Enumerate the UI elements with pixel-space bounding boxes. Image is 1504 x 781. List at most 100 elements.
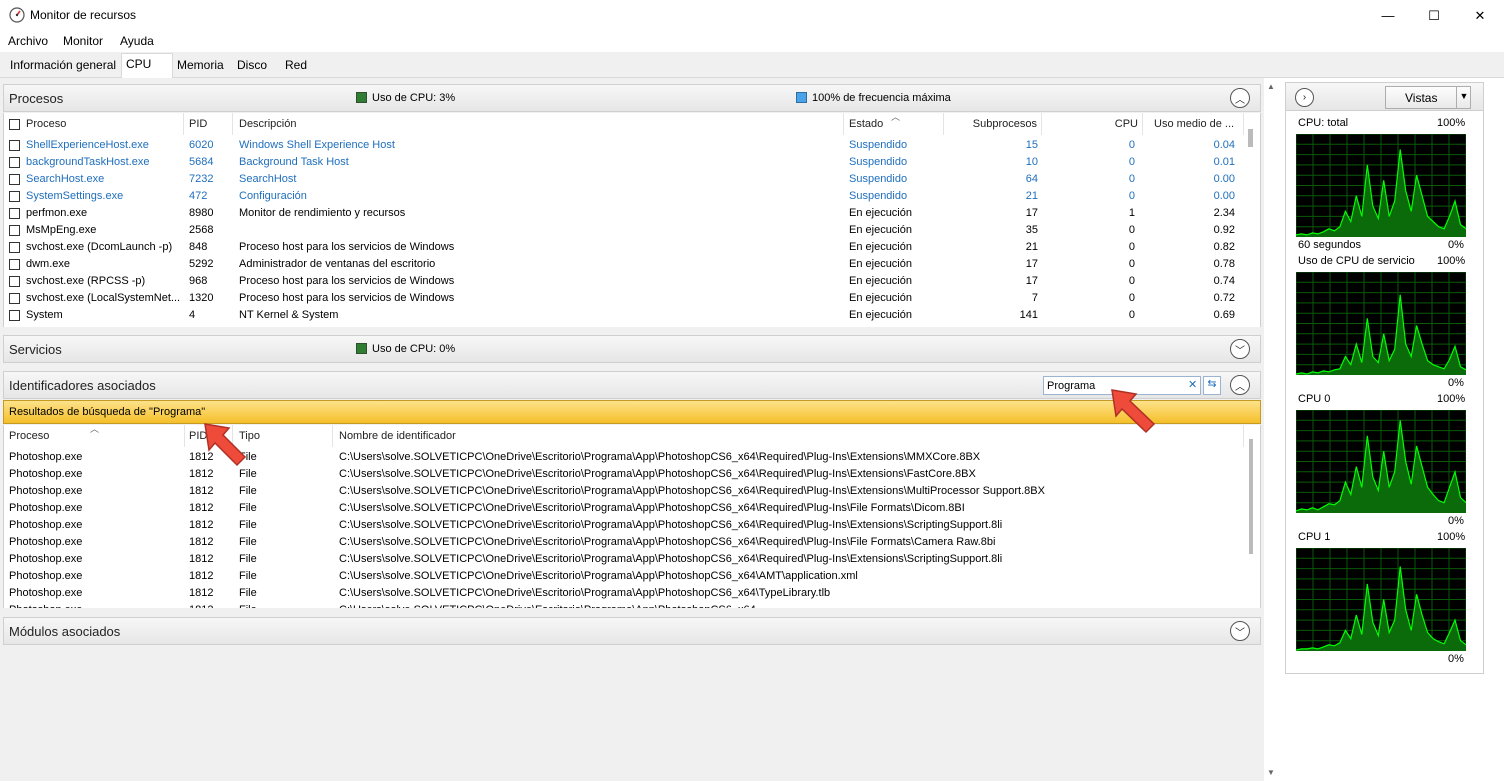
col-uso-medio[interactable]: Uso medio de ...: [1154, 113, 1244, 135]
process-name: dwm.exe: [26, 258, 71, 270]
process-name: perfmon.exe: [26, 207, 88, 219]
menu-bar: [0, 31, 1504, 52]
handle-row[interactable]: Photoshop.exe 1812 File C:\Users\solve.S…: [4, 585, 1244, 602]
process-cpu: 0: [1128, 275, 1135, 287]
process-checkbox[interactable]: [9, 242, 20, 253]
processes-scrollbar[interactable]: [1248, 129, 1253, 147]
handles-scrollbar[interactable]: [1249, 439, 1253, 554]
handle-pid: 1812: [189, 604, 233, 608]
maximize-button[interactable]: ☐: [1411, 0, 1457, 31]
handle-row[interactable]: Photoshop.exe 1812 File C:\Users\solve.S…: [4, 483, 1244, 500]
process-pid: 5684: [189, 156, 214, 168]
services-expand-button[interactable]: ﹀: [1230, 339, 1250, 359]
handle-name: C:\Users\solve.SOLVETICPC\OneDrive\Escri…: [339, 502, 965, 514]
process-row[interactable]: ShellExperienceHost.exe 6020 Windows She…: [4, 137, 1244, 154]
process-name: ShellExperienceHost.exe: [26, 139, 149, 151]
process-checkbox[interactable]: [9, 140, 20, 151]
close-button[interactable]: ✕: [1457, 0, 1503, 31]
process-checkbox[interactable]: [9, 174, 20, 185]
process-description: Proceso host para los servicios de Windo…: [239, 292, 455, 304]
handle-pid: 1812: [189, 519, 214, 531]
menu-archivo[interactable]: Archivo: [8, 34, 48, 48]
handle-row[interactable]: Photoshop.exe 1812 File C:\Users\solve.S…: [4, 568, 1244, 585]
graphs-expand-icon[interactable]: ›: [1295, 88, 1314, 107]
services-header[interactable]: [3, 335, 1261, 363]
process-pid: 4: [189, 309, 196, 321]
frequency-legend-swatch: [796, 92, 807, 103]
process-row[interactable]: svchost.exe (DcomLaunch -p) 848 Proceso …: [4, 239, 1244, 256]
process-row[interactable]: SearchHost.exe 7232 SearchHost Suspendid…: [4, 171, 1244, 188]
views-dropdown-icon[interactable]: ▼: [1456, 87, 1471, 108]
modules-expand-button[interactable]: ﹀: [1230, 621, 1250, 641]
select-all-checkbox[interactable]: [9, 119, 20, 130]
menu-monitor[interactable]: Monitor: [63, 34, 103, 48]
modules-header[interactable]: [3, 617, 1261, 645]
handle-name: C:\Users\solve.SOLVETICPC\OneDrive\Escri…: [339, 536, 996, 548]
handle-type: File: [239, 604, 333, 608]
graph-title: CPU 1: [1298, 531, 1331, 543]
process-state: Suspendido: [849, 173, 908, 185]
process-checkbox[interactable]: [9, 208, 20, 219]
handle-type: File: [239, 485, 257, 497]
handle-process: Photoshop.exe: [9, 468, 83, 480]
handle-type: File: [239, 553, 257, 565]
process-row[interactable]: SystemSettings.exe 472 Configuración Sus…: [4, 188, 1244, 205]
handle-row[interactable]: Photoshop.exe 1812 File C:\Users\solve.S…: [4, 500, 1244, 517]
tab-disco[interactable]: Disco: [233, 55, 271, 77]
scroll-up-icon[interactable]: ▲: [1267, 82, 1275, 91]
process-checkbox[interactable]: [9, 276, 20, 287]
process-checkbox[interactable]: [9, 191, 20, 202]
col-subprocesos[interactable]: Subprocesos: [946, 113, 1042, 135]
col-proceso[interactable]: Proceso: [26, 113, 184, 135]
scroll-down-icon[interactable]: ▼: [1267, 768, 1275, 777]
col-pid[interactable]: PID: [189, 113, 233, 135]
processes-collapse-button[interactable]: ︿: [1230, 88, 1250, 108]
process-checkbox[interactable]: [9, 259, 20, 270]
tab-red[interactable]: Red: [281, 55, 311, 77]
process-pid: 2568: [189, 224, 214, 236]
process-avg-cpu: 0.74: [1213, 275, 1235, 287]
process-row[interactable]: backgroundTaskHost.exe 5684 Background T…: [4, 154, 1244, 171]
process-name: svchost.exe (LocalSystemNet...: [26, 292, 181, 304]
process-threads: 141: [1019, 309, 1038, 321]
menu-ayuda[interactable]: Ayuda: [120, 34, 154, 48]
process-checkbox[interactable]: [9, 293, 20, 304]
refresh-search-icon[interactable]: ⇆: [1203, 376, 1221, 395]
process-state: En ejecución: [849, 292, 912, 304]
handles-collapse-button[interactable]: ︿: [1230, 375, 1250, 395]
handle-row[interactable]: Photoshop.exe 1812 File C:\Users\solve.S…: [4, 517, 1244, 534]
process-row[interactable]: perfmon.exe 8980 Monitor de rendimiento …: [4, 205, 1244, 222]
process-checkbox[interactable]: [9, 157, 20, 168]
tab-cpu[interactable]: CPU: [121, 53, 173, 78]
col-descripcion[interactable]: Descripción: [239, 113, 844, 135]
process-avg-cpu: 0.00: [1213, 173, 1235, 185]
process-state: En ejecución: [849, 309, 912, 321]
tab-informacion-general[interactable]: Información general: [6, 55, 120, 77]
handle-row[interactable]: Photoshop.exe 1812 File C:\Users\solve.S…: [4, 449, 1244, 466]
handle-row[interactable]: Photoshop.exe 1812 File C:\Users\solve.S…: [4, 466, 1244, 483]
tab-memoria[interactable]: Memoria: [173, 55, 228, 77]
process-description: Monitor de rendimiento y recursos: [239, 207, 406, 219]
process-row[interactable]: dwm.exe 5292 Administrador de ventanas d…: [4, 256, 1244, 273]
minimize-button[interactable]: —: [1365, 0, 1411, 31]
process-threads: 17: [1025, 275, 1038, 287]
process-row[interactable]: MsMpEng.exe 2568 En ejecución 35 0 0.92: [4, 222, 1244, 239]
vertical-scrollbar[interactable]: ▲ ▼: [1267, 82, 1276, 781]
process-state: Suspendido: [849, 190, 908, 202]
process-row[interactable]: svchost.exe (RPCSS -p) 968 Proceso host …: [4, 273, 1244, 290]
search-clear-icon[interactable]: ✕: [1188, 378, 1197, 391]
process-row[interactable]: System 4 NT Kernel & System En ejecución…: [4, 307, 1244, 324]
process-checkbox[interactable]: [9, 310, 20, 321]
process-row[interactable]: svchost.exe (LocalSystemNet... 1320 Proc…: [4, 290, 1244, 307]
process-name: svchost.exe (DcomLaunch -p): [26, 241, 173, 253]
col-cpu[interactable]: CPU: [1044, 113, 1143, 135]
title-bar: [0, 0, 1504, 31]
handle-row[interactable]: Photoshop.exe 1812 File C:\Users\solve.S…: [4, 551, 1244, 568]
handle-row[interactable]: Photoshop.exe 1812 File C:\Users\solve.S…: [4, 534, 1244, 551]
process-checkbox[interactable]: [9, 225, 20, 236]
processes-header[interactable]: [3, 84, 1261, 112]
process-description: Administrador de ventanas del escritorio: [239, 258, 436, 270]
handle-name: C:\Users\solve.SOLVETICPC\OneDrive\Escri…: [339, 553, 1003, 565]
graph-max-label: 100%: [1437, 117, 1466, 129]
handle-row[interactable]: Photoshop.exe 1812 File C:\Users\solve.S…: [4, 602, 1244, 608]
